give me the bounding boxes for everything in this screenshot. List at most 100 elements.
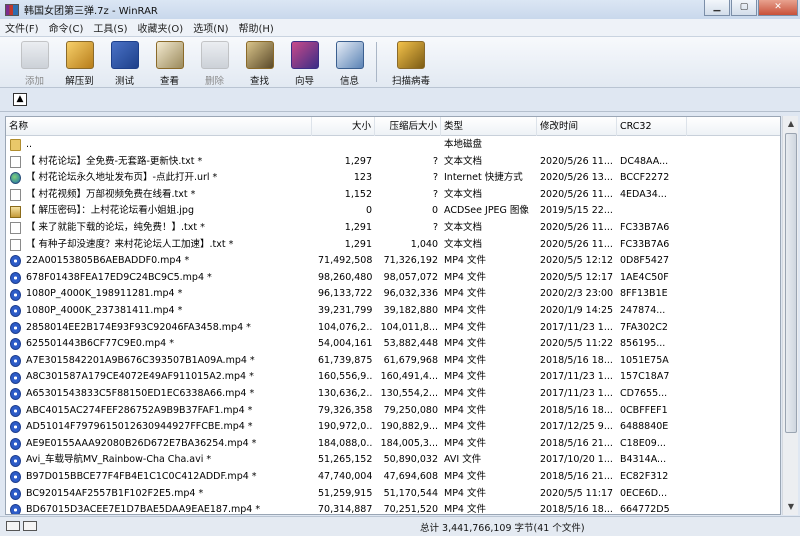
table-row[interactable]: A7E3015842201A9B676C393507B1A09A.mp4 * 61… [6, 353, 780, 370]
maximize-button[interactable]: ▢ [731, 0, 757, 16]
table-row[interactable]: AD51014F7979615012630944927FFCBE.mp4 * 19… [6, 419, 780, 436]
cell-crc32: 1AE4C50F [620, 271, 669, 283]
table-row[interactable]: ABC4015AC274FEF286752A9B9B37FAF1.mp4 * 79… [6, 403, 780, 420]
table-row[interactable]: 【 来了就能下载的论坛，纯免费！】.txt * 1,291? 文本文档 2020/5/… [6, 220, 780, 237]
table-row[interactable]: .. 本地磁盘 [6, 137, 780, 154]
cell-modified: 2018/5/16 18... [540, 354, 613, 366]
minimize-button[interactable]: ▁ [704, 0, 730, 16]
cell-crc32: B4314A... [620, 454, 667, 466]
table-row[interactable]: B97D015BBCE77F4FB4E1C1C0C412ADDF.mp4 * 47… [6, 469, 780, 486]
cell-name: 【 村花论坛】全免费-无套路-更新快.txt * [10, 154, 315, 171]
info-button[interactable]: 信息 [327, 37, 372, 87]
cell-modified: 2018/5/16 18... [540, 504, 613, 515]
cell-type: MP4 文件 [444, 504, 486, 515]
vertical-scrollbar[interactable]: ▲ ▼ [782, 116, 798, 515]
column-modified[interactable]: 修改时间 [537, 117, 617, 136]
extract-to-button[interactable]: 解压到 [57, 37, 102, 87]
wizard-button[interactable]: 向导 [282, 37, 327, 87]
table-row[interactable]: 1080P_4000K_198911281.mp4 * 96,133,722 96,… [6, 286, 780, 303]
cell-type: MP4 文件 [444, 255, 486, 267]
cell-size: 1,152 [344, 188, 372, 200]
scan-virus-button[interactable]: 扫描病毒 [383, 37, 439, 87]
column-packed[interactable]: 压缩后大小 [375, 117, 441, 136]
cell-packed: ? [432, 172, 438, 184]
cell-packed: 47,694,608 [383, 471, 438, 482]
table-row[interactable]: 1080P_4000K_237381411.mp4 * 39,231,799 39,… [6, 303, 780, 320]
test-button[interactable]: 测试 [102, 37, 147, 87]
cell-packed: 190,882,9... [380, 421, 438, 433]
menu-help[interactable]: 帮助(H) [234, 20, 279, 35]
cell-crc32: 7FA302C2 [620, 321, 668, 333]
cell-packed: ? [432, 188, 438, 200]
cell-modified: 2020/5/26 11... [540, 238, 613, 250]
menu-favorites[interactable]: 收藏夹(O) [133, 20, 189, 35]
key-icon[interactable] [23, 521, 37, 531]
title-bar: 韩国女团第三弹.7z - WinRAR ▁ ▢ ✕ [0, 0, 800, 19]
cell-packed: 70,251,520 [383, 504, 438, 515]
cell-packed: 0 [431, 205, 438, 217]
column-crc32[interactable]: CRC32 [617, 117, 687, 136]
table-row[interactable]: BC920154AF2557B1F102F2E5.mp4 * 51,259,915… [6, 486, 780, 503]
menu-options[interactable]: 选项(N) [188, 20, 233, 35]
cell-size: 39,231,799 [318, 305, 372, 316]
column-size[interactable]: 大小 [312, 117, 375, 136]
up-arrow-icon: ▲ [16, 94, 24, 104]
file-name: .. [26, 139, 33, 150]
cell-type: MP4 文件 [444, 354, 486, 366]
file-name: 1080P_4000K_198911281.mp4 * [26, 288, 183, 300]
table-row[interactable]: 【 村花论坛永久地址发布页】-点此打开.url * 123? Internet 快捷… [6, 170, 780, 187]
cell-crc32: 4EDA34... [620, 188, 667, 200]
cell-type: ACDSee JPEG 图像 [444, 205, 529, 217]
avi-file-icon [10, 454, 21, 467]
table-row[interactable]: 22A00153805B6AEBADDF0.mp4 * 71,492,508 71,… [6, 253, 780, 270]
scroll-up-icon[interactable]: ▲ [784, 116, 798, 132]
table-row[interactable]: AE9E0155AAA92080B26D672E7BA36254.mp4 * 18… [6, 436, 780, 453]
table-row[interactable]: A8C301587A179CE4072E49AF911015A2.mp4 * 16… [6, 369, 780, 386]
cell-size: 1,291 [344, 238, 372, 250]
cell-modified: 2017/11/23 1... [540, 388, 613, 399]
cell-modified: 2020/5/5 12:12 [540, 255, 614, 267]
cell-crc32: 247874... [620, 305, 666, 316]
cell-name: 1080P_4000K_237381411.mp4 * [10, 303, 315, 320]
table-row[interactable]: 625501443B6CF77C9E0.mp4 * 54,004,161 53,88… [6, 336, 780, 353]
view-button[interactable]: 查看 [147, 37, 192, 87]
file-list[interactable]: 名称 ⌃ 大小 压缩后大小 类型 修改时间 CRC32 .. 本地磁盘【 村花论坛… [5, 116, 781, 515]
close-button[interactable]: ✕ [758, 0, 798, 16]
column-type[interactable]: 类型 [441, 117, 537, 136]
table-row[interactable]: 2858014EE2B174E93F93C92046FA3458.mp4 * 10… [6, 320, 780, 337]
table-row[interactable]: A65301543833C5F88150ED1EC6338A66.mp4 * 13… [6, 386, 780, 403]
table-row[interactable]: BD67015D3ACEE7E1D7BAE5DAA9EAE187.mp4 * 70… [6, 502, 780, 515]
cell-size: 184,088,0... [318, 437, 372, 449]
menu-commands[interactable]: 命令(C) [44, 20, 89, 35]
menu-file[interactable]: 文件(F) [0, 20, 44, 35]
table-row[interactable]: Avi_车载导航MV_Rainbow-Cha Cha.avi * 51,265,1… [6, 452, 780, 469]
drive-icon[interactable] [6, 521, 20, 531]
cell-size: 79,326,358 [318, 404, 372, 416]
scroll-down-icon[interactable]: ▼ [784, 499, 798, 515]
cell-packed: 98,057,072 [383, 271, 438, 283]
scroll-thumb[interactable] [785, 133, 797, 433]
find-button[interactable]: 查找 [237, 37, 282, 87]
window-controls: ▁ ▢ ✕ [703, 0, 798, 16]
up-one-level-button[interactable]: ▲ [13, 93, 27, 106]
menu-tools[interactable]: 工具(S) [88, 20, 132, 35]
table-row[interactable]: 678F01438FEA17ED9C24BC9C5.mp4 * 98,260,48… [6, 270, 780, 287]
cell-packed: 1,040 [410, 238, 438, 250]
delete-button[interactable]: 删除 [192, 37, 237, 87]
add-button[interactable]: 添加 [12, 37, 57, 87]
cell-size: 0 [365, 205, 372, 217]
cell-packed [378, 137, 438, 154]
table-row[interactable]: 【 有种子却没速度？来村花论坛人工加速】.txt * 1,291 1,040 文本文档… [6, 237, 780, 254]
media-file-icon [10, 471, 21, 484]
address-bar: ▲ [0, 88, 800, 112]
info-icon [335, 41, 364, 69]
cell-name: .. [10, 137, 315, 154]
cell-type: MP4 文件 [444, 338, 486, 350]
table-row[interactable]: 【 解压密码】：上村花论坛看小姐姐.jpg 0 0 ACDSee JPEG 图像 201… [6, 203, 780, 220]
cell-modified: 2020/5/26 11... [540, 222, 613, 233]
table-row[interactable]: 【 村花视频】万部视频免费在线看.txt * 1,152? 文本文档 2020/5/2… [6, 187, 780, 204]
cell-name: 2858014EE2B174E93F93C92046FA3458.mp4 * [10, 320, 315, 337]
cell-type: MP4 文件 [444, 371, 486, 383]
table-row[interactable]: 【 村花论坛】全免费-无套路-更新快.txt * 1,297? 文本文档 2020/5… [6, 154, 780, 171]
cell-modified: 2017/10/20 1... [540, 454, 613, 466]
